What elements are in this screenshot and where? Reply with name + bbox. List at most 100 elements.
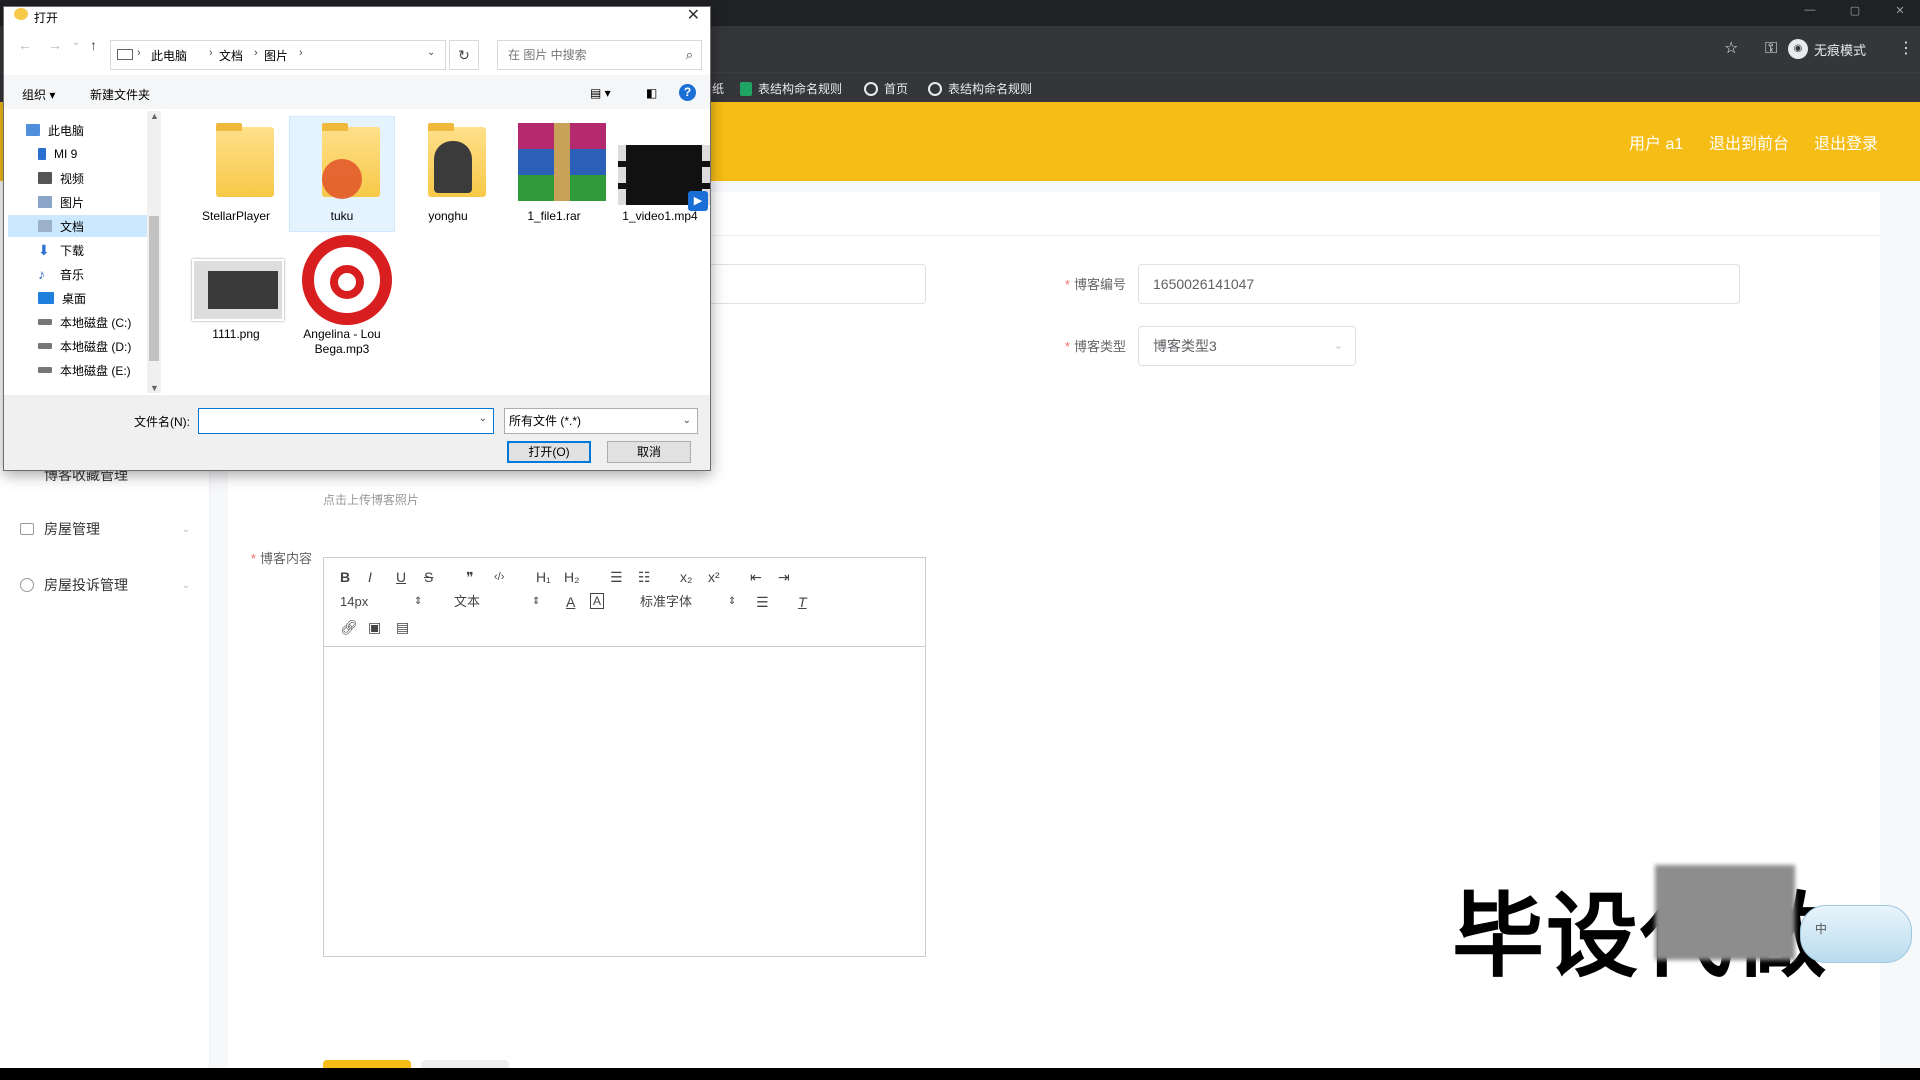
tree-item-desktop[interactable]: 桌面 (38, 287, 86, 309)
minimize-icon[interactable]: — (1800, 4, 1820, 20)
bookmark-fragment[interactable]: 纸 (712, 80, 724, 97)
image-icon[interactable]: ▣ (368, 618, 381, 636)
underline-button[interactable]: U (396, 568, 406, 586)
scroll-thumb[interactable] (149, 216, 159, 361)
phone-icon (38, 148, 46, 160)
dialog-titlebar: 打开 ✕ (4, 5, 710, 25)
scroll-down-icon[interactable]: ▼ (150, 383, 159, 393)
bookmark-table-naming[interactable]: 表结构命名规则 (740, 80, 842, 97)
up-arrow-icon[interactable]: ↑ (90, 37, 97, 53)
key-icon[interactable]: ⚿ (1765, 39, 1777, 59)
close-icon[interactable]: ✕ (687, 5, 700, 25)
file-item-tuku[interactable]: tuku (289, 116, 395, 232)
tree-item-downloads[interactable]: ⬇ 下载 (38, 239, 84, 261)
font-color-icon[interactable]: A (566, 593, 575, 611)
align-icon[interactable]: ☰ (756, 593, 769, 611)
user-link[interactable]: 用户 a1 (1629, 130, 1683, 154)
breadcrumb-pictures[interactable]: 图片 (264, 47, 288, 64)
recent-dropdown-icon[interactable]: ⌄ (72, 37, 80, 48)
back-to-front-link[interactable]: 退出到前台 (1709, 130, 1789, 154)
tree-item-this-pc[interactable]: 此电脑 (26, 119, 84, 141)
cancel-form-button[interactable] (421, 1060, 509, 1068)
clear-format-icon[interactable]: T (798, 593, 807, 611)
code-button[interactable]: ‹/› (494, 568, 504, 586)
tree-item-drive-e[interactable]: 本地磁盘 (E:) (38, 359, 131, 381)
italic-button[interactable]: I (368, 568, 372, 586)
blog-title-input[interactable] (700, 264, 926, 304)
chevron-right-icon: › (299, 47, 303, 59)
maximize-icon[interactable]: ▢ (1845, 4, 1865, 20)
filetype-select[interactable]: 所有文件 (*.*) ⌄ (504, 408, 698, 434)
bullet-list-button[interactable]: ☷ (638, 568, 651, 586)
breadcrumb-documents[interactable]: 文档 (219, 47, 243, 64)
logout-link[interactable]: 退出登录 (1814, 130, 1878, 154)
breadcrumb-this-pc[interactable]: 此电脑 (151, 47, 187, 64)
preview-pane-icon[interactable]: ◧ (646, 86, 657, 100)
search-input[interactable]: 在 图片 中搜索 ⌕ (497, 40, 702, 70)
bold-button[interactable]: B (340, 568, 350, 586)
h1-button[interactable]: H₁ (536, 568, 551, 586)
subscript-button[interactable]: x₂ (680, 568, 692, 586)
block-type-select[interactable]: 文本 ⇕ (454, 593, 540, 611)
ordered-list-button[interactable]: ☰ (610, 568, 623, 586)
superscript-button[interactable]: x² (708, 568, 720, 586)
font-size-select[interactable]: 14px ⇕ (340, 593, 422, 611)
indent-button[interactable]: ⇥ (778, 568, 790, 586)
star-icon[interactable]: ☆ (1724, 39, 1738, 59)
file-item-mp3[interactable]: Angelina - Lou Bega.mp3 (290, 235, 394, 357)
file-item-png[interactable]: 1111.png (184, 235, 288, 342)
bookmark-home[interactable]: 首页 (864, 80, 908, 97)
file-open-dialog: 打开 ✕ ← → ⌄ ↑ › 此电脑 › 文档 › 图片 › ⌄ ↻ 在 图片 … (3, 6, 711, 471)
video-folder-icon (38, 172, 52, 184)
sidebar-item-house-complaints[interactable]: 房屋投诉管理 ⌄ (20, 573, 190, 597)
background-color-icon[interactable]: A (590, 593, 605, 609)
help-icon[interactable]: ? (679, 84, 696, 101)
chevron-down-icon[interactable]: ⌄ (427, 47, 435, 58)
sidebar-item-house[interactable]: 房屋管理 ⌄ (20, 517, 190, 541)
tree-item-mi9[interactable]: MI 9 (38, 143, 77, 165)
filename-input[interactable]: ⌄ (198, 408, 494, 434)
close-window-icon[interactable]: ✕ (1890, 4, 1910, 20)
blockquote-button[interactable]: ❞ (466, 568, 474, 586)
scroll-up-icon[interactable]: ▲ (150, 111, 159, 121)
strike-button[interactable]: S (424, 568, 433, 586)
refresh-icon[interactable]: ↻ (449, 40, 479, 70)
file-item-stellarplayer[interactable]: StellarPlayer (184, 117, 288, 224)
folder-icon (186, 117, 286, 207)
tree-item-pictures[interactable]: 图片 (38, 191, 84, 213)
incognito-badge[interactable]: ◉ 无痕模式 (1787, 38, 1866, 60)
blog-no-input[interactable]: 1650026141047 (1138, 264, 1740, 304)
h2-button[interactable]: H₂ (564, 568, 580, 586)
chevron-right-icon: › (137, 47, 141, 59)
file-item-video[interactable]: ▶ 1_video1.mp4 (608, 117, 712, 224)
drive-icon (38, 343, 52, 349)
cancel-button[interactable]: 取消 (607, 441, 691, 463)
back-arrow-icon[interactable]: ← (18, 37, 32, 53)
tree-item-videos[interactable]: 视频 (38, 167, 84, 189)
file-item-yonghu[interactable]: yonghu (396, 117, 500, 224)
open-button[interactable]: 打开(O) (507, 441, 591, 463)
menu-icon[interactable]: ⋮ (1898, 39, 1914, 59)
tree-item-music[interactable]: ♪ 音乐 (38, 263, 84, 285)
address-bar[interactable]: › 此电脑 › 文档 › 图片 › ⌄ (110, 40, 446, 70)
new-folder-button[interactable]: 新建文件夹 (90, 86, 150, 103)
submit-button[interactable] (323, 1060, 411, 1068)
chevron-down-icon[interactable]: ⌄ (479, 413, 487, 424)
font-family-select[interactable]: 标准字体 ⇕ (640, 593, 736, 611)
view-options-icon[interactable]: ▤ ▾ (590, 86, 611, 100)
file-item-rar[interactable]: 1_file1.rar (502, 117, 606, 224)
nav-scrollbar[interactable]: ▲ ▼ (147, 111, 161, 393)
outdent-button[interactable]: ⇤ (750, 568, 762, 586)
bookmark-table-naming-2[interactable]: 表结构命名规则 (928, 80, 1032, 97)
blog-type-select[interactable]: 博客类型3 ⌄ (1138, 326, 1356, 366)
blog-type-label: * 博客类型 (1064, 339, 1126, 354)
organize-button[interactable]: 组织 ▾ (22, 86, 55, 103)
tree-item-drive-d[interactable]: 本地磁盘 (D:) (38, 335, 131, 357)
forward-arrow-icon[interactable]: → (48, 37, 62, 53)
link-icon[interactable]: 🔗︎ (340, 618, 358, 636)
tree-item-documents[interactable]: 文档 (8, 215, 148, 237)
editor-body[interactable] (324, 648, 925, 956)
video-icon[interactable]: ▤ (396, 618, 409, 636)
tree-item-drive-c[interactable]: 本地磁盘 (C:) (38, 311, 131, 333)
ime-widget[interactable]: 中 (1800, 905, 1912, 963)
